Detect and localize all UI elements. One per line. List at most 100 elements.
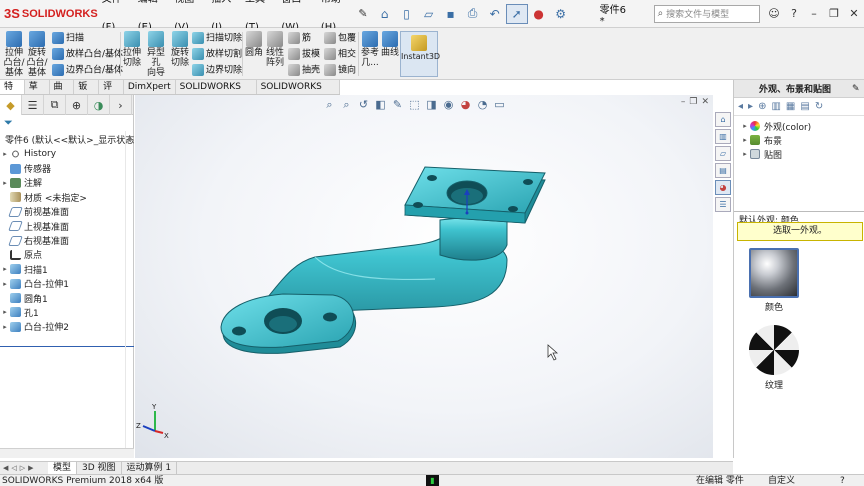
expand-tabs-icon[interactable]: ›	[110, 95, 132, 115]
feature-tree-scrollbar[interactable]: ▲	[125, 131, 133, 451]
tree-item-origin[interactable]: 原点	[0, 248, 133, 262]
search-input[interactable]: ⌕ 搜索文件与模型	[653, 4, 760, 23]
fillet-button[interactable]: 圆角	[244, 31, 264, 58]
reference-triad[interactable]: Y Z X	[136, 403, 169, 440]
boss-revolve-button[interactable]: 旋转 凸台/ 基体	[26, 31, 48, 78]
expand-arrow-icon[interactable]: ▸	[0, 308, 10, 316]
tree-item-boss-extrude2[interactable]: ▸ 凸台-拉伸2	[0, 320, 133, 334]
tab-sketch[interactable]: 草图	[24, 80, 50, 107]
traffic-light-icon[interactable]: ●	[528, 4, 550, 24]
prev-tab-icon[interactable]: ◁	[11, 464, 16, 472]
boss-extrude-button[interactable]: 拉伸 凸台/ 基体	[3, 31, 25, 78]
list-view-icon[interactable]: ▤	[800, 101, 809, 112]
open-folder-icon[interactable]: ▱	[418, 4, 440, 24]
task-pane-pin-icon[interactable]: ✎	[852, 84, 864, 94]
expand-arrow-icon[interactable]: ▸	[740, 150, 750, 158]
feature-manager-tab-icon[interactable]: ◆	[0, 95, 22, 115]
property-manager-tab-icon[interactable]: ☰	[22, 95, 44, 115]
file-explorer-icon[interactable]: ▱	[715, 146, 731, 161]
tree-item-front-plane[interactable]: 前视基准面	[0, 205, 133, 219]
cut-revolve-button[interactable]: 旋转 切除	[170, 31, 190, 68]
restore-icon[interactable]: ❐	[824, 7, 844, 20]
folder-view-icon[interactable]: ▦	[786, 101, 795, 112]
add-to-library-icon[interactable]: ⊕	[758, 101, 766, 112]
tree-item-history[interactable]: ▸ History	[0, 147, 133, 161]
sweep-button[interactable]: 扫描	[52, 32, 84, 44]
tree-item-decals[interactable]: ▸ 贴图	[734, 147, 864, 161]
shell-button[interactable]: 抽壳	[288, 64, 320, 76]
rollback-bar[interactable]	[0, 346, 134, 347]
dimxpert-manager-tab-icon[interactable]: ⊕	[66, 95, 88, 115]
tab-model[interactable]: 模型	[48, 462, 78, 474]
hole-wizard-button[interactable]: 异型孔 向导	[143, 31, 169, 78]
tree-item-right-plane[interactable]: 右视基准面	[0, 233, 133, 247]
tree-item-material[interactable]: 材质 <未指定>	[0, 190, 133, 204]
expand-arrow-icon[interactable]: ▸	[0, 323, 10, 331]
pin-icon[interactable]: ✎	[358, 7, 367, 20]
status-help-icon[interactable]: ?	[840, 475, 845, 486]
wrap-button[interactable]: 包覆	[324, 32, 356, 44]
close-icon[interactable]: ✕	[844, 7, 864, 20]
new-document-icon[interactable]: ▯	[396, 4, 418, 24]
tab-features[interactable]: 特征	[0, 80, 25, 107]
color-swatch[interactable]	[749, 248, 799, 298]
boundary-boss-button[interactable]: 边界凸台/基体	[52, 64, 123, 76]
texture-swatch[interactable]	[749, 325, 799, 375]
library-icon[interactable]: ▥	[771, 101, 780, 112]
tree-item-appearances[interactable]: ▸ 外观(color)	[734, 119, 864, 133]
reference-geometry-button[interactable]: 参考 几...	[360, 31, 380, 68]
tree-item-annotations[interactable]: ▸ 注解	[0, 176, 133, 190]
feature-tree-hscrollbar[interactable]	[0, 448, 134, 458]
rebuild-indicator-icon[interactable]: ▮	[426, 475, 439, 486]
appearances-scenes-icon[interactable]: ◕	[715, 180, 731, 195]
tab-3d-views[interactable]: 3D 视图	[77, 462, 122, 474]
rib-button[interactable]: 筋	[288, 32, 311, 44]
bottom-flange[interactable]	[220, 293, 356, 354]
custom-properties-icon[interactable]: ☰	[715, 197, 731, 212]
top-flange[interactable]	[404, 166, 546, 224]
part-model[interactable]: Y Z X	[135, 95, 713, 458]
solidworks-logo[interactable]: 3S SOLIDWORKS	[0, 0, 98, 28]
expand-arrow-icon[interactable]: ▸	[0, 179, 10, 187]
scroll-up-icon[interactable]: ▲	[126, 131, 133, 147]
home-icon[interactable]: ⌂	[374, 4, 396, 24]
save-icon[interactable]: ▪	[440, 4, 462, 24]
expand-arrow-icon[interactable]: ▸	[0, 280, 10, 288]
tab-sheet-metal[interactable]: 钣金	[74, 80, 100, 107]
tree-root-part[interactable]: 零件6 (默认<<默认>_显示状态	[0, 131, 134, 147]
tab-motion-study-1[interactable]: 运动算例 1	[122, 462, 178, 474]
expand-arrow-icon[interactable]: ▸	[0, 265, 10, 273]
refresh-icon[interactable]: ↻	[815, 101, 823, 112]
tab-solidworks-mbd[interactable]: SOLIDWORKS MBD	[256, 80, 340, 107]
tree-item-scenes[interactable]: ▸ 布景	[734, 133, 864, 147]
undo-icon[interactable]: ↶	[484, 4, 506, 24]
curves-button[interactable]: 曲线	[380, 31, 400, 58]
view-palette-icon[interactable]: ▤	[715, 163, 731, 178]
tree-item-boss-extrude1[interactable]: ▸ 凸台-拉伸1	[0, 277, 133, 291]
instant3d-button[interactable]: Instant3D	[400, 31, 440, 77]
tree-item-top-plane[interactable]: 上视基准面	[0, 219, 133, 233]
display-manager-tab-icon[interactable]: ◑	[88, 95, 110, 115]
expand-arrow-icon[interactable]: ▸	[740, 122, 750, 130]
options-gear-icon[interactable]: ⚙	[550, 4, 572, 24]
swept-cut-button[interactable]: 扫描切除	[192, 32, 242, 44]
draft-button[interactable]: 拔模	[288, 48, 320, 60]
tab-surfaces[interactable]: 曲面	[49, 80, 75, 107]
status-units[interactable]: 自定义	[768, 475, 795, 486]
filter-icon[interactable]: ⏷	[4, 116, 13, 130]
minimize-icon[interactable]: –	[804, 7, 824, 20]
back-icon[interactable]: ◂	[738, 101, 743, 112]
tree-item-sweep1[interactable]: ▸ 扫描1	[0, 262, 133, 276]
lofted-cut-button[interactable]: 放样切割	[192, 48, 242, 60]
user-icon[interactable]: ☺	[764, 7, 784, 20]
tab-evaluate[interactable]: 评估	[99, 80, 124, 107]
expand-arrow-icon[interactable]: ▸	[0, 150, 10, 158]
tab-dimxpert[interactable]: DimXpert	[123, 80, 176, 94]
next-tab-icon[interactable]: ▷	[20, 464, 25, 472]
configuration-manager-tab-icon[interactable]: ⧉	[44, 95, 66, 115]
tree-item-sensors[interactable]: 传感器	[0, 161, 133, 175]
boundary-cut-button[interactable]: 边界切除	[192, 64, 242, 76]
print-icon[interactable]: ⎙	[462, 4, 484, 24]
solidworks-resources-icon[interactable]: ⌂	[715, 112, 731, 127]
tree-item-fillet1[interactable]: 圆角1	[0, 291, 133, 305]
